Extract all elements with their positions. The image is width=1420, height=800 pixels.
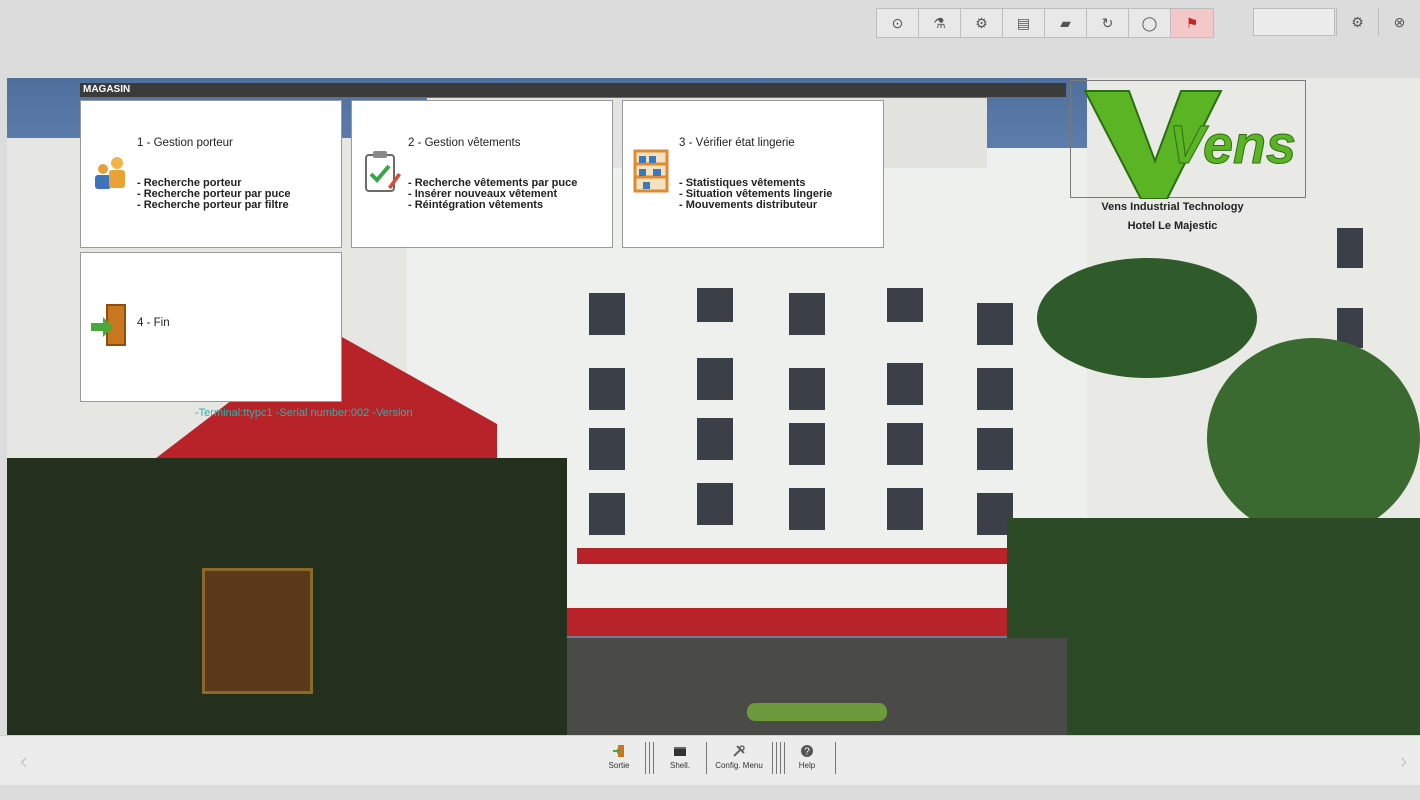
menu-title: MAGASIN [80,83,1066,97]
vens-logo: Vens [1070,80,1306,200]
svg-text:?: ? [804,747,810,758]
menu-card-gestion-porteur[interactable]: 1 - Gestion porteur - Recherche porteur … [80,100,342,248]
card-items: - Recherche porteur - Recherche porteur … [137,178,290,211]
card-items: - Recherche vêtements par puce - Insérer… [408,178,577,211]
shell-label: Shell. [669,761,690,770]
company-name: Vens Industrial Technology [1101,201,1244,213]
divider [653,742,654,774]
note-icon[interactable]: ▰ [1045,9,1087,37]
menu-card-verifier-lingerie[interactable]: 3 - Vérifier état lingerie - Statistique… [622,100,884,248]
power-icon[interactable]: ⊗ [1378,8,1420,36]
divider [645,742,646,774]
card-title: 3 - Vérifier état lingerie [679,137,795,149]
toolbar-button-group: ⊙ ⚗ ⚙ ▤ ▰ ↻ ◯ ⚑ [876,8,1214,38]
flask-icon[interactable]: ⚗ [919,9,961,37]
config-menu-label: Config. Menu [715,761,763,770]
eye-icon[interactable]: ⊙ [877,9,919,37]
people-icon [95,157,125,189]
card-item[interactable]: - Réintégration vêtements [408,200,577,211]
sortie-label: Sortie [608,761,630,770]
divider [784,742,785,774]
divider [772,742,773,774]
logo-brand-text: Vens [1168,115,1297,175]
circle-arrow-icon[interactable]: ◯ [1129,9,1171,37]
divider [776,742,777,774]
hotel-name: Hotel Le Majestic [1127,220,1218,232]
divider [835,742,836,774]
help-icon: ? [801,745,813,758]
divider [706,742,707,774]
divider [780,742,781,774]
refresh-icon[interactable]: ↻ [1087,9,1129,37]
exit-icon [613,745,624,757]
card-items: - Statistiques vêtements - Situation vêt… [679,178,832,211]
help-label: Help [798,761,816,770]
settings-icon[interactable]: ⚙ [1336,8,1378,36]
footer [0,785,1420,800]
clipboard-icon [365,151,401,192]
satellite-icon[interactable]: ⚙ [961,9,1003,37]
flag-icon[interactable]: ⚑ [1171,9,1213,37]
company-info: Vens Industrial Technology Hotel Le Maje… [1080,198,1265,236]
toolbar-right-group: ⚙ ⊗ [1336,8,1420,36]
prev-arrow-icon[interactable]: ‹ [20,748,27,774]
config-menu-button[interactable]: Config. Menu [709,740,769,770]
tools-icon [733,745,745,757]
toolbar-input[interactable] [1253,8,1335,36]
divider [649,742,650,774]
card-item[interactable]: - Mouvements distributeur [679,200,832,211]
menu-card-fin[interactable]: 4 - Fin [80,252,342,402]
card-item[interactable]: - Recherche porteur par filtre [137,200,290,211]
next-arrow-icon[interactable]: › [1400,748,1407,774]
card-title: 2 - Gestion vêtements [408,137,521,149]
shell-button[interactable]: Shell. [666,740,694,770]
exit-door-icon [91,304,126,346]
menu-card-gestion-vetements[interactable]: 2 - Gestion vêtements - Recherche vêteme… [351,100,613,248]
card-title: 4 - Fin [137,317,170,329]
help-button[interactable]: ? Help [795,740,819,770]
terminal-status-text: -Terminal:ttypc1 -Serial number:002 -Ver… [195,407,413,419]
top-toolbar: ⊙ ⚗ ⚙ ▤ ▰ ↻ ◯ ⚑ ⚙ ⊗ [0,0,1420,78]
card-title: 1 - Gestion porteur [137,137,233,149]
sortie-button[interactable]: Sortie [605,740,633,770]
shelf-icon [633,149,669,193]
terminal-icon [674,747,686,756]
calculator-icon[interactable]: ▤ [1003,9,1045,37]
